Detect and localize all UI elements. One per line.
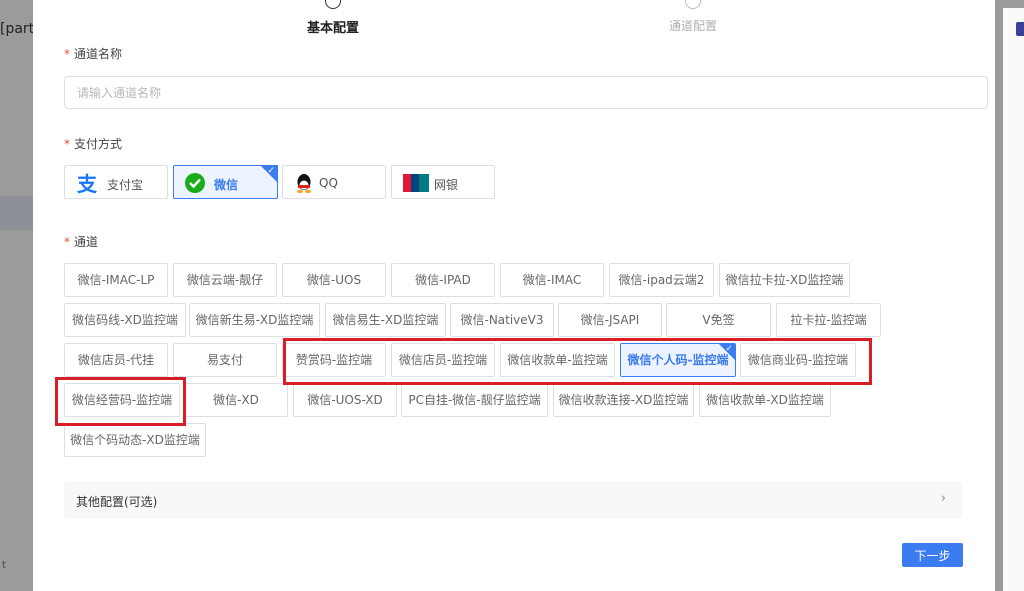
alipay-icon: 支 [75,172,98,196]
channel-option[interactable]: 微信-IMAC [500,263,604,297]
channel-option[interactable]: 微信-ipad云端2 [609,263,714,297]
channel-option[interactable]: 微信-JSAPI [558,303,662,337]
check-icon: ✓ [267,166,275,176]
background-right-icon [1016,22,1024,36]
step-1-label: 基本配置 [306,21,359,36]
channel-option[interactable]: 微信-XD [184,383,288,417]
payment-option-alipay[interactable]: 支 支付宝 [64,165,168,199]
channel-option[interactable]: 微信个码动态-XD监控端 [64,423,206,457]
channel-option[interactable]: 微信-IMAC-LP [64,263,168,297]
other-config-label: 其他配置(可选) [76,495,158,509]
background-left-mark: t [2,560,6,571]
channel-option[interactable]: 微信店员-代挂 [64,343,168,377]
payment-option-label: QQ [319,176,338,190]
channel-option[interactable]: 微信云端-靓仔 [173,263,277,297]
required-mark: * [64,235,70,249]
channel-option[interactable]: 拉卡拉-监控端 [776,303,881,337]
qq-icon [293,172,315,194]
channel-option[interactable]: PC自挂-微信-靓仔监控端 [401,383,548,417]
background-sidebar-highlight [0,196,33,230]
channel-option[interactable]: 微信新生易-XD监控端 [189,303,320,337]
channel-name-label: * 通道名称 [64,47,123,61]
required-mark: * [64,137,70,151]
highlight-box [283,338,872,385]
unionpay-icon [402,172,430,194]
svg-text:支: 支 [77,172,97,194]
channel-option[interactable]: 微信收款连接-XD监控端 [553,383,694,417]
payment-option-unionpay[interactable]: 网银 [391,165,495,199]
background-right-page [1003,8,1024,591]
chevron-right-icon: › [940,491,946,506]
channel-label: * 通道 [64,235,99,249]
channel-option[interactable]: V免签 [666,303,771,337]
payment-option-label: 网银 [434,178,459,192]
channel-option[interactable]: 微信-UOS [282,263,386,297]
payment-method-label: * 支付方式 [64,137,123,151]
channel-option[interactable]: 微信码线-XD监控端 [64,303,186,337]
channel-option[interactable]: 微信拉卡拉-XD监控端 [719,263,850,297]
background-left-panel [0,0,33,591]
step-2-dot [685,0,701,9]
channel-option[interactable]: 易支付 [173,343,277,377]
payment-option-wechat[interactable]: 微信 ✓ [173,165,278,199]
other-config-collapse[interactable]: 其他配置(可选) › [64,481,962,519]
channel-config-modal: 基本配置 通道配置 *通道名称 *支付方式 支 支付宝 微信 ✓ QQ 网银 *… [33,0,995,591]
payment-option-label: 微信 [214,178,239,192]
payment-option-label: 支付宝 [107,178,144,192]
channel-option[interactable]: 微信易生-XD监控端 [325,303,446,337]
next-step-button[interactable]: 下一步 [902,543,963,567]
highlight-box [55,377,186,426]
payment-option-qq[interactable]: QQ [282,165,386,199]
channel-option[interactable]: 微信收款单-XD监控端 [699,383,831,417]
channel-name-input[interactable] [64,76,988,109]
step-2-label: 通道配置 [668,19,717,33]
required-mark: * [64,47,70,61]
wechat-icon [184,172,206,194]
channel-option[interactable]: 微信-UOS-XD [293,383,397,417]
channel-option[interactable]: 微信-NativeV3 [450,303,554,337]
channel-option[interactable]: 微信-IPAD [391,263,495,297]
step-1-dot [325,0,341,9]
